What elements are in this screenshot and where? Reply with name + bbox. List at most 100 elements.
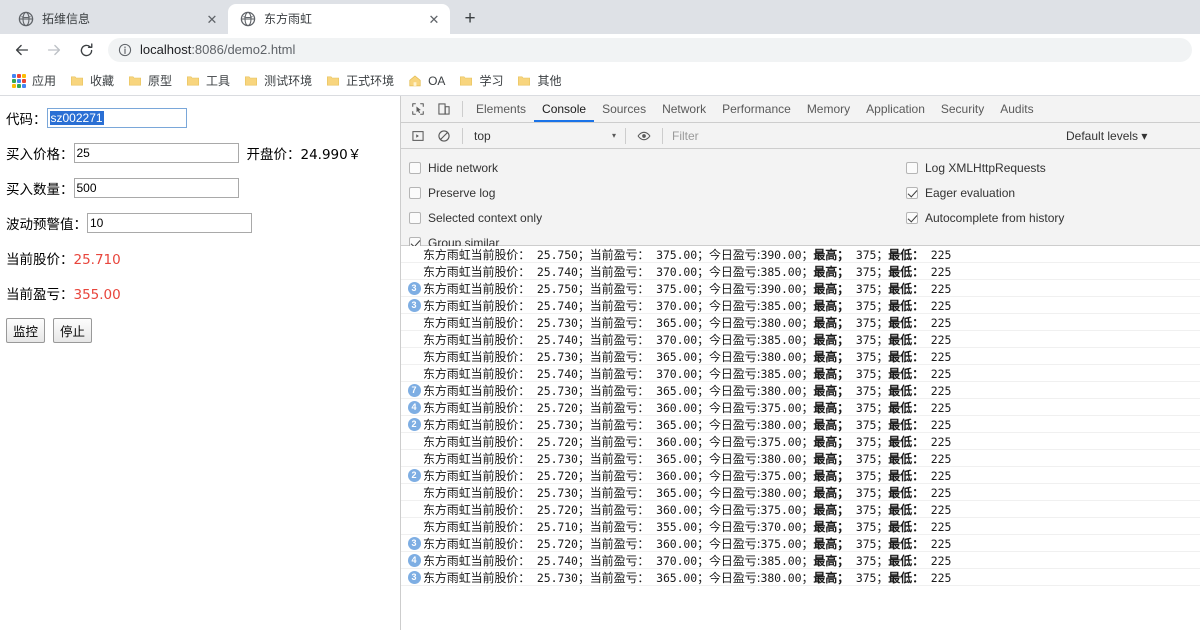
content-area: 代码： sz002271 买入价格： 25 开盘价：24.990￥ 买入数量： … [0, 96, 1200, 630]
setting-hide-network[interactable]: Hide network [409, 155, 542, 180]
bookmark-folder-1[interactable]: 收藏 [64, 70, 120, 92]
bookmark-folder-2[interactable]: 原型 [122, 70, 178, 92]
setting-label: Autocomplete from history [925, 210, 1065, 225]
bookmark-folder-6[interactable]: 学习 [453, 70, 509, 92]
setting-eager-evaluation[interactable]: Eager evaluation [906, 180, 1064, 205]
tab-security[interactable]: Security [933, 96, 992, 122]
alert-threshold-input[interactable]: 10 [87, 213, 252, 233]
tab-elements[interactable]: Elements [468, 96, 534, 122]
info-circle-icon[interactable] [118, 43, 132, 57]
console-log-list[interactable]: 东方雨虹当前股价： 25.750；当前盈亏： 375.00；今日盈亏:390.0… [401, 246, 1200, 630]
console-log-row[interactable]: 3 东方雨虹当前股价： 25.730；当前盈亏： 365.00；今日盈亏:380.… [401, 569, 1200, 586]
address-bar-url: localhost:8086/demo2.html [140, 43, 295, 57]
browser-tab-1[interactable]: 拓维信息 ✕ [6, 4, 228, 34]
execution-context-select[interactable]: top ▾ [470, 126, 620, 146]
tab-application[interactable]: Application [858, 96, 933, 122]
tab-title: 东方雨虹 [264, 12, 313, 26]
apps-grid-icon [12, 73, 26, 88]
console-log-row[interactable]: 东方雨虹当前股价： 25.740；当前盈亏： 370.00；今日盈亏:385.0… [401, 263, 1200, 280]
code-input[interactable]: sz002271 [46, 108, 187, 128]
console-log-row[interactable]: 东方雨虹当前股价： 25.740；当前盈亏： 370.00；今日盈亏:385.0… [401, 365, 1200, 382]
device-toolbar-icon[interactable] [431, 97, 457, 121]
console-log-row[interactable]: 3 东方雨虹当前股价： 25.740；当前盈亏： 370.00；今日盈亏:385.… [401, 297, 1200, 314]
bookmark-folder-3[interactable]: 工具 [180, 70, 236, 92]
log-levels-dropdown[interactable]: Default levels ▾ [1066, 129, 1147, 143]
console-log-row[interactable]: 7 东方雨虹当前股价： 25.730；当前盈亏： 365.00；今日盈亏:380.… [401, 382, 1200, 399]
bookmark-folder-7[interactable]: 其他 [511, 70, 567, 92]
tab-memory[interactable]: Memory [799, 96, 858, 122]
bookmark-folder-5[interactable]: 正式环境 [320, 70, 400, 92]
close-icon[interactable]: ✕ [426, 11, 442, 27]
execute-icon[interactable] [405, 124, 431, 148]
clear-console-icon[interactable] [431, 124, 457, 148]
console-log-row[interactable]: 4 东方雨虹当前股价： 25.720；当前盈亏： 360.00；今日盈亏:375.… [401, 399, 1200, 416]
setting-label: Hide network [428, 160, 499, 175]
tab-audits[interactable]: Audits [992, 96, 1041, 122]
tab-network[interactable]: Network [654, 96, 714, 122]
console-log-row[interactable]: 东方雨虹当前股价： 25.730；当前盈亏： 365.00；今日盈亏:380.0… [401, 450, 1200, 467]
console-log-row[interactable]: 2 东方雨虹当前股价： 25.730；当前盈亏： 365.00；今日盈亏:380.… [401, 416, 1200, 433]
buy-quantity-input-value: 500 [76, 181, 97, 195]
checkbox[interactable] [906, 186, 918, 199]
checkbox[interactable] [906, 211, 918, 224]
close-icon[interactable]: ✕ [204, 11, 220, 27]
execution-context-value: top [474, 128, 491, 143]
log-message: 东方雨虹当前股价： 25.720；当前盈亏： 360.00；今日盈亏:375.0… [423, 434, 952, 449]
inspect-cursor-icon[interactable] [405, 97, 431, 121]
forward-icon[interactable] [40, 36, 68, 64]
eye-icon[interactable] [631, 124, 657, 148]
console-log-row[interactable]: 4 东方雨虹当前股价： 25.740；当前盈亏： 370.00；今日盈亏:385.… [401, 552, 1200, 569]
bookmark-label: 工具 [206, 74, 231, 88]
console-log-row[interactable]: 东方雨虹当前股价： 25.730；当前盈亏： 365.00；今日盈亏:380.0… [401, 484, 1200, 501]
buy-price-input[interactable]: 25 [73, 143, 239, 163]
console-log-row[interactable]: 东方雨虹当前股价： 25.720；当前盈亏： 360.00；今日盈亏:375.0… [401, 501, 1200, 518]
log-message: 东方雨虹当前股价： 25.730；当前盈亏： 365.00；今日盈亏:380.0… [423, 417, 952, 432]
console-log-row[interactable]: 东方雨虹当前股价： 25.720；当前盈亏： 360.00；今日盈亏:375.0… [401, 433, 1200, 450]
folder-icon [128, 74, 142, 88]
field-row-buy-quantity: 买入数量： 500 [6, 178, 400, 198]
monitor-button[interactable]: 监控 [6, 318, 46, 343]
bookmark-apps[interactable]: 应用 [6, 70, 62, 92]
console-log-row[interactable]: 2 东方雨虹当前股价： 25.720；当前盈亏： 360.00；今日盈亏:375.… [401, 467, 1200, 484]
buy-price-input-value: 25 [76, 146, 90, 160]
alert-threshold-label: 波动预警值： [6, 217, 87, 233]
tab-console[interactable]: Console [534, 96, 595, 122]
setting-preserve-log[interactable]: Preserve log [409, 180, 542, 205]
web-page-viewport: 代码： sz002271 买入价格： 25 开盘价：24.990￥ 买入数量： … [0, 96, 400, 630]
code-label: 代码： [6, 112, 47, 128]
bookmark-label: 其他 [537, 74, 562, 88]
console-log-row[interactable]: 东方雨虹当前股价： 25.710；当前盈亏： 355.00；今日盈亏:370.0… [401, 518, 1200, 535]
checkbox[interactable] [409, 211, 421, 224]
buy-quantity-input[interactable]: 500 [73, 178, 239, 198]
console-filter-input[interactable] [668, 126, 1058, 145]
log-message: 东方雨虹当前股价： 25.740；当前盈亏： 370.00；今日盈亏:385.0… [423, 298, 952, 313]
setting-log-xmlhttprequests[interactable]: Log XMLHttpRequests [906, 155, 1064, 180]
stop-button[interactable]: 停止 [53, 318, 93, 343]
console-log-row[interactable]: 东方雨虹当前股价： 25.750；当前盈亏： 375.00；今日盈亏:390.0… [401, 246, 1200, 263]
tab-sources[interactable]: Sources [594, 96, 654, 122]
log-message: 东方雨虹当前股价： 25.720；当前盈亏： 360.00；今日盈亏:375.0… [423, 536, 952, 551]
checkbox[interactable] [906, 161, 918, 174]
log-repeat-badge-slot: 4 [405, 553, 423, 567]
bookmark-folder-4[interactable]: 测试环境 [238, 70, 318, 92]
console-log-row[interactable]: 东方雨虹当前股价： 25.730；当前盈亏： 365.00；今日盈亏:380.0… [401, 348, 1200, 365]
checkbox[interactable] [409, 186, 421, 199]
browser-tab-2[interactable]: 东方雨虹 ✕ [228, 4, 450, 34]
setting-autocomplete-from-history[interactable]: Autocomplete from history [906, 205, 1064, 230]
current-pnl-readout: 当前盈亏：355.00 [6, 283, 400, 303]
console-log-row[interactable]: 东方雨虹当前股价： 25.730；当前盈亏： 365.00；今日盈亏:380.0… [401, 314, 1200, 331]
bookmark-oa[interactable]: OA [402, 70, 451, 92]
setting-selected-context-only[interactable]: Selected context only [409, 205, 542, 230]
back-icon[interactable] [8, 36, 36, 64]
new-tab-button[interactable]: + [456, 4, 484, 32]
reload-icon[interactable] [72, 36, 100, 64]
checkbox[interactable] [409, 161, 421, 174]
browser-window: 拓维信息 ✕ 东方雨虹 ✕ + localhost:8086/demo2.htm… [0, 0, 1200, 634]
url-path: :8086/demo2.html [191, 42, 296, 57]
address-bar[interactable]: localhost:8086/demo2.html [108, 38, 1192, 62]
tab-performance[interactable]: Performance [714, 96, 799, 122]
log-message: 东方雨虹当前股价： 25.720；当前盈亏： 360.00；今日盈亏:375.0… [423, 468, 952, 483]
console-log-row[interactable]: 3 东方雨虹当前股价： 25.720；当前盈亏： 360.00；今日盈亏:375.… [401, 535, 1200, 552]
console-log-row[interactable]: 东方雨虹当前股价： 25.740；当前盈亏： 370.00；今日盈亏:385.0… [401, 331, 1200, 348]
console-log-row[interactable]: 3 东方雨虹当前股价： 25.750；当前盈亏： 375.00；今日盈亏:390.… [401, 280, 1200, 297]
